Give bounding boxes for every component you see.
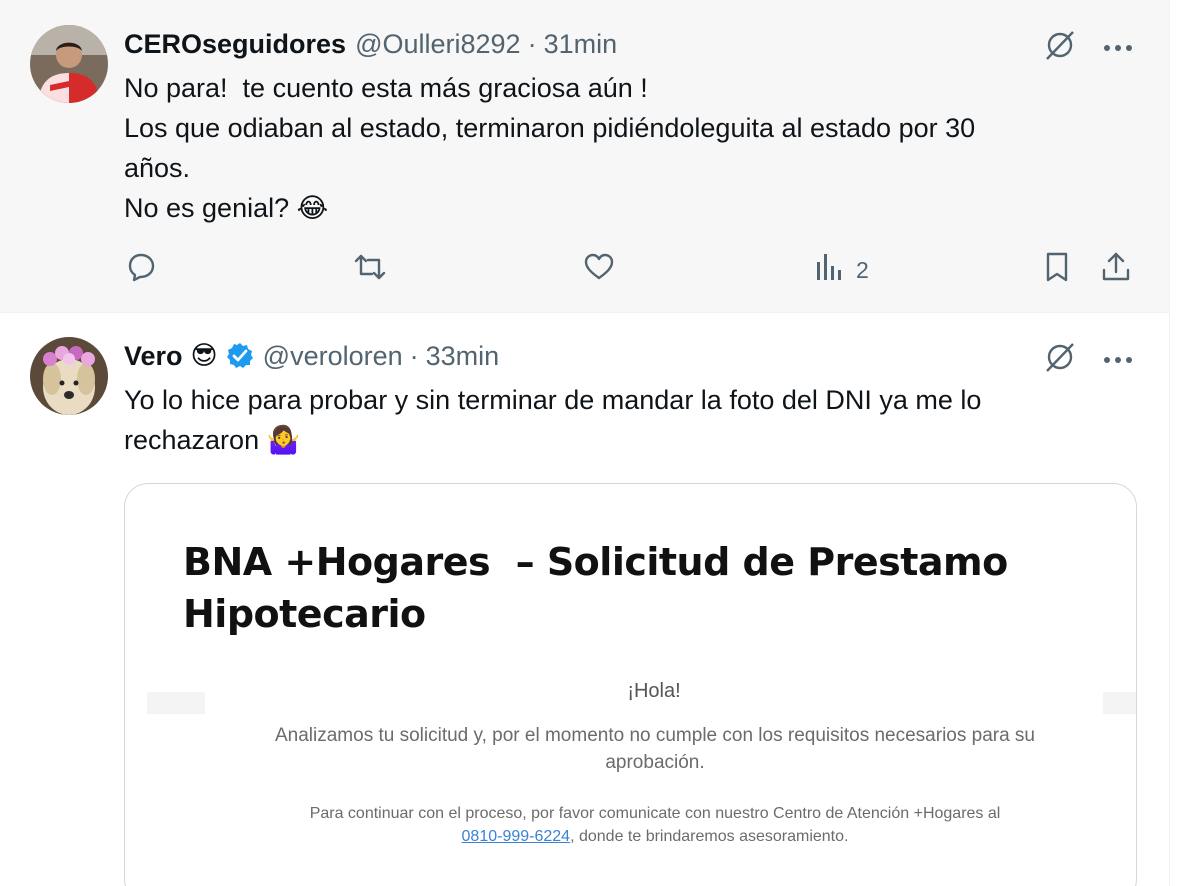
more-icon[interactable] (1103, 39, 1133, 57)
timestamp[interactable]: 33min (426, 341, 500, 372)
tweet-line: años. (124, 153, 191, 183)
views-count: 2 (856, 256, 869, 283)
email-line-rest: , donde te brindaremos asesoramiento. (570, 828, 849, 845)
like-icon (582, 250, 616, 290)
image-title: BNA +Hogares – Solicitud de Prestamo Hip… (183, 536, 1083, 640)
tweet-header: Vero 😎 @veroloren · 33min (124, 339, 499, 373)
email-line: Para continuar con el proceso, por favor… (309, 805, 1001, 822)
separator-dot: · (409, 340, 419, 371)
tweet-line: No para! te cuento esta más graciosa aún… (124, 73, 648, 103)
phone-link: 0810-999-6224 (461, 828, 571, 845)
views-icon (814, 250, 844, 290)
image-title-line: BNA +Hogares – Solicitud de Prestamo (183, 540, 1008, 584)
avatar[interactable] (30, 25, 108, 103)
reply-button[interactable] (124, 250, 158, 290)
email-contact: Para continuar con el proceso, por favor… (215, 802, 1095, 848)
tweet-line: Los que odiaban al estado, terminaron pi… (124, 113, 976, 143)
email-body: ¡Hola! Analizamos tu solicitud y, por el… (205, 680, 1103, 886)
reply-icon (124, 250, 158, 290)
email-message: Analizamos tu solicitud y, por el moment… (215, 722, 1095, 776)
avatar[interactable] (30, 337, 108, 415)
share-icon (1100, 250, 1132, 290)
retweet-button[interactable] (352, 250, 388, 290)
timestamp[interactable]: 31min (544, 29, 618, 60)
grok-icon[interactable] (1043, 340, 1077, 379)
email-greeting: ¡Hola! (627, 680, 681, 702)
grok-icon[interactable] (1043, 28, 1077, 67)
tweet-line: rechazaron 🤷‍♀️ (124, 425, 301, 455)
user-handle[interactable]: @Oulleri8292 (355, 29, 521, 60)
tweet-text: Yo lo hice para probar y sin terminar de… (124, 380, 1124, 460)
tweet-line: No es genial? 😂 (124, 193, 329, 223)
like-button[interactable] (582, 250, 616, 290)
bookmark-button[interactable] (1042, 250, 1072, 290)
share-button[interactable] (1100, 250, 1132, 290)
views-button[interactable]: 2 (814, 250, 869, 290)
header-actions (1043, 340, 1133, 379)
display-name[interactable]: CEROseguidores (124, 29, 346, 60)
display-name[interactable]: Vero (124, 341, 183, 372)
email-line: 0810-999-6224, donde te brindaremos ases… (215, 825, 1095, 848)
user-handle[interactable]: @veroloren (263, 341, 403, 372)
email-line: Analizamos tu solicitud y, por el moment… (274, 725, 1036, 746)
tweet-header: CEROseguidores @Oulleri8292 · 31min (124, 27, 617, 61)
tweet-text: No para! te cuento esta más graciosa aún… (124, 68, 1124, 228)
bookmark-icon (1042, 250, 1072, 290)
image-title-line: Hipotecario (183, 592, 426, 636)
tweet-line: Yo lo hice para probar y sin terminar de… (124, 385, 982, 415)
tweet-actions: 2 (124, 250, 1140, 290)
email-line: aprobación. (605, 752, 705, 773)
retweet-icon (352, 250, 388, 290)
tweet-vero[interactable]: Vero 😎 @veroloren · 33min Yo lo hice par… (0, 313, 1170, 886)
sunglasses-emoji: 😎 (190, 341, 218, 371)
header-actions (1043, 28, 1133, 67)
separator-dot: · (527, 28, 537, 59)
tweet-cero[interactable]: CEROseguidores @Oulleri8292 · 31min No p… (0, 0, 1170, 313)
verified-badge-icon[interactable] (226, 342, 254, 370)
more-icon[interactable] (1103, 351, 1133, 369)
attached-image[interactable]: BNA +Hogares – Solicitud de Prestamo Hip… (124, 483, 1137, 886)
